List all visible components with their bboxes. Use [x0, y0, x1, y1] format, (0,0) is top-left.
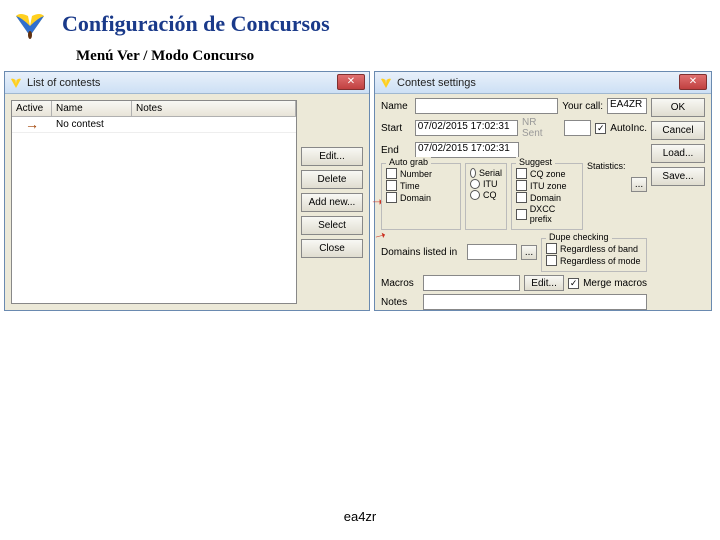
cq-radio[interactable]: [470, 190, 480, 200]
row-notes: [132, 117, 296, 132]
domains-browse-button[interactable]: ...: [521, 245, 537, 260]
col-name[interactable]: Name: [52, 101, 132, 116]
close-button[interactable]: Close: [301, 239, 363, 258]
list-of-contests-window: List of contests ✕ Active Name Notes → N…: [4, 71, 370, 311]
col-active[interactable]: Active: [12, 101, 52, 116]
start-label: Start: [381, 123, 411, 134]
ok-button[interactable]: OK: [651, 98, 705, 117]
select-button[interactable]: Select: [301, 216, 363, 235]
statistics-label: Statistics:: [587, 161, 647, 171]
serial-radio[interactable]: [470, 168, 476, 178]
nr-sent-input[interactable]: [564, 120, 592, 136]
statistics-button[interactable]: ...: [631, 177, 647, 192]
domain-checkbox[interactable]: [386, 192, 397, 203]
suggest-group: Suggest CQ zone ITU zone Domain DXCC pre…: [511, 163, 583, 230]
domains-listed-label: Domains listed in: [381, 247, 463, 258]
close-icon[interactable]: ✕: [679, 74, 707, 90]
macros-edit-button[interactable]: Edit...: [524, 275, 564, 291]
end-label: End: [381, 145, 411, 156]
domains-listed-input[interactable]: [467, 244, 517, 260]
name-input[interactable]: [415, 98, 558, 114]
page-title: Configuración de Concursos: [62, 11, 330, 37]
app-logo: [10, 8, 50, 40]
cqzone-checkbox[interactable]: [516, 168, 527, 179]
macros-input[interactable]: [423, 275, 520, 291]
merge-macros-label: Merge macros: [583, 278, 647, 289]
name-label: Name: [381, 101, 411, 112]
notes-input[interactable]: [423, 294, 647, 310]
rom-checkbox[interactable]: [546, 255, 557, 266]
window-title: Contest settings: [397, 77, 476, 89]
dupe-checking-group: Dupe checking Regardless of band Regardl…: [541, 238, 647, 272]
suggest-domain-checkbox[interactable]: [516, 192, 527, 203]
add-new-button[interactable]: Add new...: [301, 193, 363, 212]
edit-button[interactable]: Edit...: [301, 147, 363, 166]
notes-label: Notes: [381, 297, 419, 308]
load-button[interactable]: Load...: [651, 144, 705, 163]
end-input[interactable]: 07/02/2015 17:02:31: [415, 142, 519, 158]
autoinc-label: AutoInc.: [610, 123, 647, 134]
close-icon[interactable]: ✕: [337, 74, 365, 90]
contest-table[interactable]: Active Name Notes → No contest: [11, 100, 297, 304]
ituzone-checkbox[interactable]: [516, 180, 527, 191]
serial-group: Serial ITU CQ: [465, 163, 507, 230]
save-button[interactable]: Save...: [651, 167, 705, 186]
nr-sent-label: NR Sent: [522, 117, 560, 139]
window-icon: [9, 76, 23, 90]
your-call-input[interactable]: EA4ZR: [607, 98, 647, 114]
breadcrumb: Menú Ver / Modo Concurso: [0, 44, 720, 71]
time-checkbox[interactable]: [386, 180, 397, 191]
itu-radio[interactable]: [470, 179, 480, 189]
macros-label: Macros: [381, 278, 419, 289]
merge-macros-checkbox[interactable]: ✓: [568, 278, 579, 289]
contest-settings-window: Contest settings ✕ Name Your call: EA4ZR…: [374, 71, 712, 311]
table-row[interactable]: → No contest: [12, 117, 296, 133]
your-call-label: Your call:: [562, 101, 603, 112]
active-marker-icon: →: [12, 117, 52, 132]
cancel-button[interactable]: Cancel: [651, 121, 705, 140]
rob-checkbox[interactable]: [546, 243, 557, 254]
footer-text: ea4zr: [0, 509, 720, 524]
autoinc-checkbox[interactable]: ✓: [595, 123, 606, 134]
number-checkbox[interactable]: [386, 168, 397, 179]
window-icon: [379, 76, 393, 90]
window-title: List of contests: [27, 77, 100, 89]
dxcc-checkbox[interactable]: [516, 209, 527, 220]
col-notes[interactable]: Notes: [132, 101, 296, 116]
start-input[interactable]: 07/02/2015 17:02:31: [415, 120, 518, 136]
auto-grab-group: Auto grab Number Time Domain: [381, 163, 461, 230]
delete-button[interactable]: Delete: [301, 170, 363, 189]
row-name: No contest: [52, 117, 132, 132]
